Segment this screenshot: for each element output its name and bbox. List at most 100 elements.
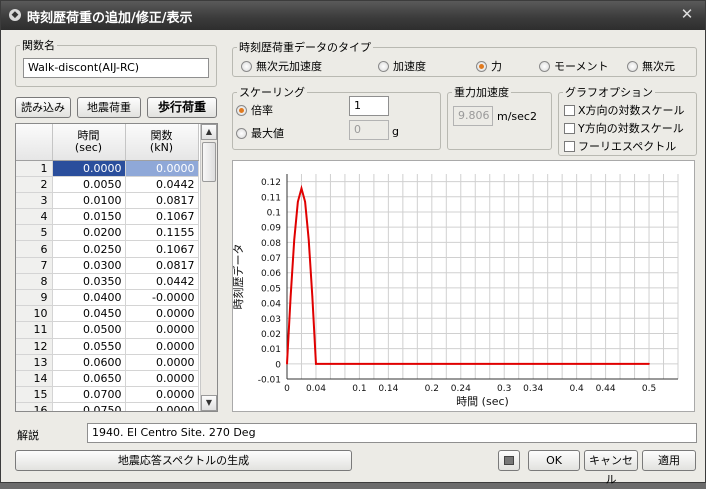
table-row[interactable]: 15 0.0700 0.0000 bbox=[16, 386, 199, 404]
title-bar[interactable]: ◆ 時刻歴荷重の追加/修正/表示 ✕ bbox=[1, 1, 705, 30]
function-cell[interactable]: 0.1155 bbox=[125, 224, 199, 242]
time-cell[interactable]: 0.0450 bbox=[52, 305, 126, 323]
row-number-cell: 6 bbox=[16, 240, 53, 258]
close-icon[interactable]: ✕ bbox=[679, 6, 695, 22]
calculator-button[interactable] bbox=[498, 450, 520, 471]
function-cell[interactable]: 0.0442 bbox=[125, 273, 199, 291]
max-unit-label: g bbox=[392, 125, 399, 138]
function-cell[interactable]: 0.0000 bbox=[125, 354, 199, 371]
y-tick-label: 0.02 bbox=[261, 330, 281, 340]
type-radio-accel[interactable]: 加速度 bbox=[378, 58, 426, 74]
y-tick-label: 0.11 bbox=[261, 193, 281, 203]
scroll-thumb[interactable] bbox=[202, 142, 216, 182]
time-cell[interactable]: 0.0200 bbox=[52, 224, 126, 242]
gravity-label: 重力加速度 bbox=[454, 86, 509, 99]
function-cell[interactable]: 0.0000 bbox=[125, 321, 199, 339]
function-cell[interactable]: 0.0000 bbox=[125, 305, 199, 323]
type-radio-force[interactable]: 力 bbox=[476, 58, 502, 74]
function-cell[interactable]: 0.1067 bbox=[125, 208, 199, 226]
ok-button[interactable]: OK bbox=[528, 450, 580, 471]
walking-load-button[interactable]: 歩行荷重 bbox=[147, 97, 217, 118]
type-radio-dimensionless-accel[interactable]: 無次元加速度 bbox=[241, 58, 322, 74]
function-cell[interactable]: 0.0000 bbox=[125, 370, 199, 388]
table-row[interactable]: 14 0.0650 0.0000 bbox=[16, 370, 199, 388]
time-cell[interactable]: 0.0100 bbox=[52, 192, 126, 210]
time-cell[interactable]: 0.0650 bbox=[52, 370, 126, 388]
table-row[interactable]: 10 0.0450 0.0000 bbox=[16, 305, 199, 323]
table-row[interactable]: 8 0.0350 0.0442 bbox=[16, 273, 199, 291]
y-tick-label: 0.12 bbox=[261, 178, 281, 188]
scaling-radio-factor[interactable]: 倍率 bbox=[236, 102, 273, 118]
time-cell[interactable]: 0.0050 bbox=[52, 176, 126, 193]
type-radio-moment[interactable]: モーメント bbox=[539, 58, 609, 74]
function-cell[interactable]: 0.0442 bbox=[125, 176, 199, 193]
function-cell[interactable]: 0.0817 bbox=[125, 257, 199, 274]
data-table[interactable]: 時間 (sec) 関数 (kN) 1 0.0000 0.0000 2 0.0050 0.044… bbox=[15, 123, 218, 412]
time-cell[interactable]: 0.0500 bbox=[52, 321, 126, 339]
fourier-spectrum-checkbox[interactable]: フーリエスペクトル bbox=[564, 138, 676, 154]
y-axis-label: 時刻歴データ bbox=[233, 244, 245, 310]
function-cell[interactable]: 0.0817 bbox=[125, 192, 199, 210]
cancel-button[interactable]: キャンセル bbox=[584, 450, 638, 486]
time-cell[interactable]: 0.0000 bbox=[52, 160, 126, 177]
read-button[interactable]: 読み込み bbox=[15, 97, 71, 118]
table-row[interactable]: 12 0.0550 0.0000 bbox=[16, 338, 199, 355]
table-scrollbar[interactable]: ▲ ▼ bbox=[200, 124, 217, 411]
radio-dot bbox=[378, 61, 389, 72]
table-row[interactable]: 2 0.0050 0.0442 bbox=[16, 176, 199, 193]
function-header-unit: (kN) bbox=[149, 140, 174, 154]
table-row[interactable]: 3 0.0100 0.0817 bbox=[16, 192, 199, 210]
scroll-up-icon[interactable]: ▲ bbox=[201, 124, 217, 140]
time-column-header[interactable]: 時間 (sec) bbox=[52, 124, 126, 161]
function-cell[interactable]: 0.0000 bbox=[125, 402, 199, 411]
function-cell[interactable]: 0.0000 bbox=[125, 338, 199, 355]
scaling-radio-max[interactable]: 最大値 bbox=[236, 125, 284, 141]
row-number-cell: 9 bbox=[16, 289, 53, 307]
radio-dot bbox=[241, 61, 252, 72]
time-cell[interactable]: 0.0550 bbox=[52, 338, 126, 355]
time-cell[interactable]: 0.0700 bbox=[52, 386, 126, 404]
time-cell[interactable]: 0.0750 bbox=[52, 402, 126, 411]
table-row[interactable]: 11 0.0500 0.0000 bbox=[16, 321, 199, 339]
time-cell[interactable]: 0.0250 bbox=[52, 240, 126, 258]
table-row[interactable]: 7 0.0300 0.0817 bbox=[16, 257, 199, 274]
x-log-scale-checkbox[interactable]: X方向の対数スケール bbox=[564, 102, 685, 118]
table-row[interactable]: 4 0.0150 0.1067 bbox=[16, 208, 199, 226]
scaling-factor-label: 倍率 bbox=[251, 104, 273, 117]
seismic-load-button[interactable]: 地震荷重 bbox=[77, 97, 141, 118]
table-row[interactable]: 16 0.0750 0.0000 bbox=[16, 402, 199, 411]
comment-input[interactable]: 1940. El Centro Site. 270 Deg bbox=[87, 423, 697, 443]
function-cell[interactable]: 0.1067 bbox=[125, 240, 199, 258]
table-row[interactable]: 9 0.0400 -0.0000 bbox=[16, 289, 199, 307]
scaling-factor-input[interactable]: 1 bbox=[349, 96, 389, 116]
function-cell[interactable]: 0.0000 bbox=[125, 386, 199, 404]
table-row[interactable]: 5 0.0200 0.1155 bbox=[16, 224, 199, 242]
data-point bbox=[648, 363, 650, 365]
time-cell[interactable]: 0.0600 bbox=[52, 354, 126, 371]
radio-dot-selected bbox=[236, 105, 247, 116]
time-cell[interactable]: 0.0300 bbox=[52, 257, 126, 274]
row-number-cell: 4 bbox=[16, 208, 53, 226]
scaling-max-input[interactable]: 0 bbox=[349, 120, 389, 140]
type-radio-dimensionless[interactable]: 無次元 bbox=[627, 58, 675, 74]
function-column-header[interactable]: 関数 (kN) bbox=[125, 124, 199, 161]
generate-spectrum-button[interactable]: 地震応答スペクトルの生成 bbox=[15, 450, 352, 471]
time-cell[interactable]: 0.0150 bbox=[52, 208, 126, 226]
table-row[interactable]: 13 0.0600 0.0000 bbox=[16, 354, 199, 371]
data-point bbox=[315, 363, 317, 365]
function-name-input[interactable]: Walk-discont(AIJ-RC) bbox=[23, 58, 209, 78]
gravity-input[interactable]: 9.806 bbox=[453, 106, 493, 126]
function-cell[interactable]: 0.0000 bbox=[125, 160, 199, 177]
scaling-max-label: 最大値 bbox=[251, 127, 284, 140]
time-cell[interactable]: 0.0400 bbox=[52, 289, 126, 307]
function-cell[interactable]: -0.0000 bbox=[125, 289, 199, 307]
time-cell[interactable]: 0.0350 bbox=[52, 273, 126, 291]
table-row[interactable]: 1 0.0000 0.0000 bbox=[16, 160, 199, 177]
y-log-scale-checkbox[interactable]: Y方向の対数スケール bbox=[564, 120, 684, 136]
x-axis-label: 時間 (sec) bbox=[456, 395, 509, 408]
apply-button[interactable]: 適用 bbox=[642, 450, 696, 471]
scroll-down-icon[interactable]: ▼ bbox=[201, 395, 217, 411]
row-number-cell: 10 bbox=[16, 305, 53, 323]
table-row[interactable]: 6 0.0250 0.1067 bbox=[16, 240, 199, 258]
chart-svg: 0.12 0.11 0.1 0.09 0.08 0.07 0.06 0.05 0.04 0.03 0… bbox=[231, 174, 679, 408]
